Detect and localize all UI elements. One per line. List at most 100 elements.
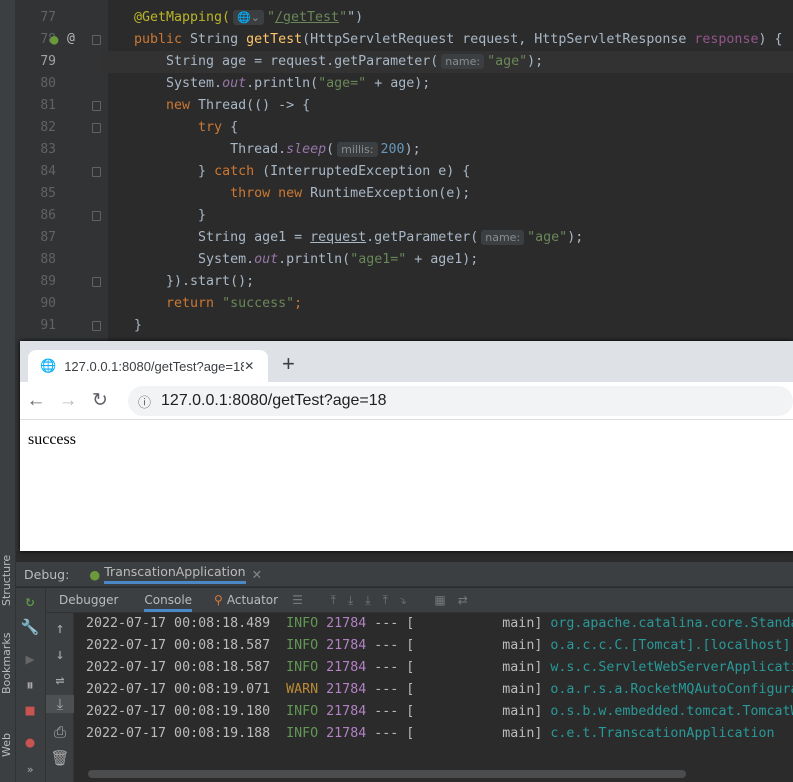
code-token: );: [527, 54, 544, 69]
browser-tab[interactable]: 🌐 127.0.0.1:8080/getTest?age=18 ✕: [28, 350, 268, 382]
fold-marker-icon[interactable]: [92, 211, 101, 221]
close-tab-icon[interactable]: ✕: [244, 359, 254, 373]
code-token: "success": [222, 296, 295, 311]
log-thread: main]: [502, 638, 551, 653]
code-line: System.out.println("age1=" + age1);: [134, 249, 478, 271]
code-token: catch: [214, 164, 263, 179]
debug-actions: ↻ 🔧 ▶ ⏸ ■ ● »: [16, 588, 46, 782]
log-sep: --- [: [366, 660, 503, 675]
stop-icon[interactable]: ■: [16, 701, 44, 719]
log-pid: 21784: [326, 682, 367, 697]
log-thread: main]: [502, 660, 551, 675]
code-line: } catch (InterruptedException e) {: [134, 161, 470, 183]
line-number: 88: [40, 252, 56, 267]
line-number: 83: [40, 142, 56, 157]
clear-icon[interactable]: 🗑: [46, 749, 74, 767]
log-sep: --- [: [366, 616, 503, 631]
soft-wrap-icon[interactable]: ⇌: [46, 671, 74, 689]
log-line: 2022-07-17 00:08:19.071 WARN 21784 --- […: [86, 679, 793, 701]
code-token: throw new: [134, 186, 311, 201]
fold-marker-icon[interactable]: [92, 123, 101, 133]
line-number: 89: [40, 274, 56, 289]
view-breakpoints-icon[interactable]: ●: [16, 733, 44, 751]
tab-console[interactable]: Console: [144, 589, 193, 612]
down-arrow-icon[interactable]: ↓: [46, 645, 74, 663]
code-token: ": [267, 10, 276, 25]
code-line: throw new RuntimeException(e);: [134, 183, 470, 205]
log-line: 2022-07-17 00:08:18.489 INFO 21784 --- […: [86, 613, 793, 635]
fold-marker-icon[interactable]: [92, 277, 101, 287]
log-sep: --- [: [366, 726, 503, 741]
parameter-hint: name:: [441, 54, 485, 69]
structure-tool-tab[interactable]: Structure: [0, 545, 16, 615]
code-line: }).start();: [134, 271, 254, 293]
more-icon[interactable]: »: [16, 763, 44, 776]
log-logger: w.s.c.ServletWebServerApplicati: [550, 660, 793, 675]
log-time: 2022-07-17 00:08:19.180: [86, 704, 287, 719]
tab-debugger[interactable]: Debugger: [59, 593, 118, 607]
address-bar[interactable]: ⓘ 127.0.0.1:8080/getTest?age=18: [128, 386, 793, 416]
new-tab-button[interactable]: +: [282, 351, 295, 377]
tab-bar: 🌐 127.0.0.1:8080/getTest?age=18 ✕ +: [20, 341, 793, 382]
tab-actuator[interactable]: Actuator: [227, 593, 278, 607]
log-pid: 21784: [326, 726, 367, 741]
code-token: Thread(() -> {: [198, 98, 311, 113]
code-token: ) {: [758, 32, 783, 47]
log-line: 2022-07-17 00:08:19.188 INFO 21784 --- […: [86, 723, 775, 745]
code-token: try: [134, 120, 231, 135]
code-token: response: [694, 32, 759, 47]
resume-icon[interactable]: ▶: [16, 650, 44, 668]
step-controls-icons[interactable]: ☰ ⤒⤓⤓⤒⤵ ▦⇄: [292, 593, 480, 608]
scroll-to-end-icon[interactable]: ⤓: [46, 695, 74, 713]
fold-marker-icon[interactable]: [92, 321, 101, 331]
log-time: 2022-07-17 00:08:18.489: [86, 616, 287, 631]
up-arrow-icon[interactable]: ↑: [46, 619, 74, 637]
reload-icon[interactable]: ↻: [84, 389, 116, 412]
code-line: return "success";: [134, 293, 302, 315]
debug-label: Debug:: [24, 566, 70, 582]
web-tool-tab[interactable]: Web: [0, 725, 16, 765]
info-icon[interactable]: ⓘ: [138, 392, 151, 411]
code-token: request: [310, 230, 367, 245]
spring-bean-icon[interactable]: ●: [50, 32, 58, 48]
pause-icon[interactable]: ⏸: [16, 676, 44, 694]
code-token: /getTest: [275, 10, 340, 25]
log-pid: 21784: [326, 660, 367, 675]
code-token: ;: [294, 296, 303, 311]
code-token: out: [222, 76, 247, 91]
back-icon[interactable]: ←: [20, 390, 52, 412]
code-token: );: [567, 230, 584, 245]
code-line: }: [134, 205, 206, 227]
page-content: success: [20, 420, 793, 460]
log-logger: o.a.r.s.a.RocketMQAutoConfigura: [550, 682, 793, 697]
horizontal-scrollbar[interactable]: [88, 770, 686, 778]
print-icon[interactable]: ⎙: [46, 723, 74, 741]
globe-icon: 🌐: [40, 358, 57, 373]
close-icon[interactable]: ✕: [252, 567, 262, 582]
log-thread: main]: [502, 682, 551, 697]
log-sep: --- [: [366, 682, 503, 697]
code-token: String age = request.getParameter(: [134, 54, 439, 69]
code-line: String age1 = request.getParameter(name:…: [134, 227, 583, 249]
code-token: }: [134, 318, 143, 333]
code-token: 200: [380, 142, 405, 157]
fold-marker-icon[interactable]: [92, 35, 101, 45]
rerun-icon[interactable]: ↻: [16, 592, 44, 610]
annotation-icon[interactable]: @: [67, 31, 75, 46]
line-number: 87: [40, 230, 56, 245]
code-token: Thread.: [134, 142, 287, 157]
bookmarks-tool-tab[interactable]: Bookmarks: [0, 628, 16, 698]
parameter-hint: 🌐⌄: [233, 10, 264, 25]
code-token: "age1=": [350, 252, 407, 267]
settings-wrench-icon[interactable]: 🔧: [16, 618, 44, 636]
forward-icon[interactable]: →: [52, 390, 84, 412]
log-sep: --- [: [366, 638, 503, 653]
log-pid: 21784: [326, 616, 367, 631]
log-pid: 21784: [326, 704, 367, 719]
fold-marker-icon[interactable]: [92, 101, 101, 111]
code-token: "age": [487, 54, 528, 69]
code-token: (InterruptedException e) {: [262, 164, 471, 179]
debug-config-tab[interactable]: TranscationApplication: [104, 564, 246, 584]
fold-marker-icon[interactable]: [92, 167, 101, 177]
code-token: RuntimeException(e);: [310, 186, 471, 201]
